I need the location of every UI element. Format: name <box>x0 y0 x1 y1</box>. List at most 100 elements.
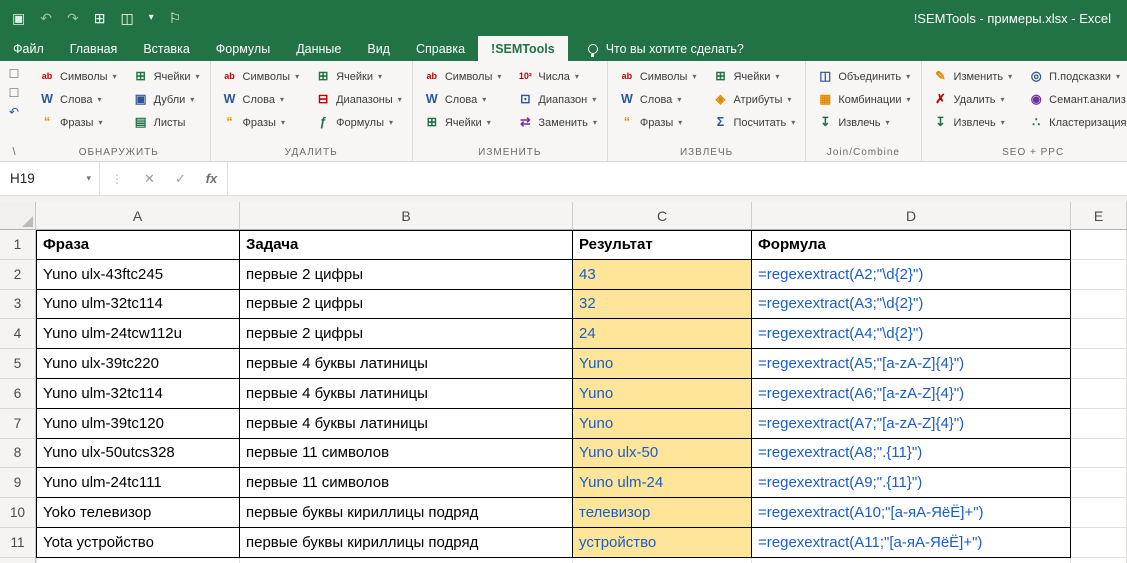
cell-c12[interactable] <box>573 558 752 563</box>
cell-b11[interactable]: первые буквы кириллицы подряд <box>240 528 573 558</box>
ribbon-button-seo-suggestions[interactable]: ◎П.подсказки▾ <box>1024 66 1127 87</box>
cell-e3[interactable] <box>1071 290 1127 320</box>
ribbon-button-delete-phrases[interactable]: “Фразы▾ <box>218 112 303 133</box>
ribbon-button-extract-symbols[interactable]: abСимволы▾ <box>615 66 700 87</box>
cell-d7[interactable]: =regexextract(A7;"[a-zA-Z]{4}") <box>752 409 1071 439</box>
column-header-b[interactable]: B <box>240 202 573 230</box>
ribbon-button-seo-change[interactable]: ✎Изменить▾ <box>929 66 1016 87</box>
cell-a3[interactable]: Yuno ulm-32tc114 <box>36 290 240 320</box>
cell-e1[interactable] <box>1071 230 1127 260</box>
cell-d8[interactable]: =regexextract(A8;".{11}") <box>752 439 1071 469</box>
cell-e7[interactable] <box>1071 409 1127 439</box>
ribbon-button-delete-words[interactable]: WСлова▾ <box>218 89 303 110</box>
column-header-e[interactable]: E <box>1071 202 1127 230</box>
cell-b9[interactable]: первые 11 символов <box>240 468 573 498</box>
cell-e5[interactable] <box>1071 349 1127 379</box>
cell-e10[interactable] <box>1071 498 1127 528</box>
row-header-10[interactable]: 10 <box>0 498 36 528</box>
cell-a8[interactable]: Yuno ulx-50utcs328 <box>36 439 240 469</box>
ribbon-button-extract-cells[interactable]: ⊞Ячейки▾ <box>708 66 798 87</box>
cell-d2[interactable]: =regexextract(A2;"\d{2}") <box>752 260 1071 290</box>
cell-c10[interactable]: телевизор <box>573 498 752 528</box>
cell-a4[interactable]: Yuno ulm-24tcw112u <box>36 319 240 349</box>
flag-icon[interactable]: ⚐ <box>169 11 182 25</box>
ribbon-button-change-symbols[interactable]: abСимволы▾ <box>420 66 505 87</box>
cell-a10[interactable]: Yoko телевизор <box>36 498 240 528</box>
cell-a5[interactable]: Yuno ulx-39tc220 <box>36 349 240 379</box>
row-header-12[interactable]: 12 <box>0 558 36 563</box>
tab-home[interactable]: Главная <box>57 36 131 61</box>
ribbon-button-join-merge[interactable]: ◫Объединить▾ <box>813 66 913 87</box>
checkbox-icon[interactable]: ☐ <box>9 68 20 80</box>
tab-view[interactable]: Вид <box>354 36 403 61</box>
cell-c11[interactable]: устройство <box>573 528 752 558</box>
row-header-11[interactable]: 11 <box>0 528 36 558</box>
cell-c9[interactable]: Yuno ulm-24 <box>573 468 752 498</box>
cell-d6[interactable]: =regexextract(A6;"[a-zA-Z]{4}") <box>752 379 1071 409</box>
formula-input[interactable] <box>227 162 1127 195</box>
ribbon-button-delete-ranges[interactable]: ⊟Диапазоны▾ <box>311 89 405 110</box>
menu-caret-icon[interactable]: ▾ <box>149 13 154 23</box>
cell-b4[interactable]: первые 2 цифры <box>240 319 573 349</box>
cell-e9[interactable] <box>1071 468 1127 498</box>
row-header-2[interactable]: 2 <box>0 260 36 290</box>
row-header-1[interactable]: 1 <box>0 230 36 260</box>
ribbon-button-delete-formulas[interactable]: ƒФормулы▾ <box>311 112 405 133</box>
name-box-caret-icon[interactable]: ▾ <box>86 173 91 184</box>
row-header-9[interactable]: 9 <box>0 468 36 498</box>
cell-e2[interactable] <box>1071 260 1127 290</box>
ribbon-button-extract-attributes[interactable]: ◈Атрибуты▾ <box>708 89 798 110</box>
tab-help[interactable]: Справка <box>403 36 478 61</box>
name-box[interactable]: H19 ▾ <box>0 162 100 195</box>
row-header-5[interactable]: 5 <box>0 349 36 379</box>
ribbon-button-change-numbers[interactable]: 10²Числа▾ <box>513 66 599 87</box>
cell-c3[interactable]: 32 <box>573 290 752 320</box>
ribbon-button-extract-phrases[interactable]: “Фразы▾ <box>615 112 700 133</box>
column-header-c[interactable]: C <box>573 202 752 230</box>
row-header-4[interactable]: 4 <box>0 319 36 349</box>
cell-d9[interactable]: =regexextract(A9;".{11}") <box>752 468 1071 498</box>
cell-d12[interactable] <box>752 558 1071 563</box>
cell-e6[interactable] <box>1071 379 1127 409</box>
enter-button[interactable]: ✓ <box>165 162 196 195</box>
select-all-corner[interactable] <box>0 202 36 230</box>
ribbon-button-join-extract[interactable]: ↧Извлечь▾ <box>813 112 913 133</box>
cell-a2[interactable]: Yuno ulx-43ftc245 <box>36 260 240 290</box>
ribbon-button-delete-cells[interactable]: ⊞Ячейки▾ <box>311 66 405 87</box>
cell-c8[interactable]: Yuno ulx-50 <box>573 439 752 469</box>
cell-d4[interactable]: =regexextract(A4;"\d{2}") <box>752 319 1071 349</box>
ribbon-button-change-words[interactable]: WСлова▾ <box>420 89 505 110</box>
tab-file[interactable]: Файл <box>0 36 57 61</box>
ribbon-button-seo-semantic[interactable]: ◉Семант.анализ▾ <box>1024 89 1127 110</box>
cell-c2[interactable]: 43 <box>573 260 752 290</box>
row-header-3[interactable]: 3 <box>0 290 36 320</box>
cell-d5[interactable]: =regexextract(A5;"[a-zA-Z]{4}") <box>752 349 1071 379</box>
cell-b8[interactable]: первые 11 символов <box>240 439 573 469</box>
cell-b5[interactable]: первые 4 буквы латиницы <box>240 349 573 379</box>
ribbon-button-change-replace[interactable]: ⇄Заменить▾ <box>513 112 599 133</box>
tab-semtools[interactable]: !SEMTools <box>478 36 568 61</box>
cell-d10[interactable]: =regexextract(A10;"[а-яА-ЯёЁ]+") <box>752 498 1071 528</box>
tell-me-box[interactable]: Что вы хотите сделать? <box>576 36 756 61</box>
cell-a12[interactable] <box>36 558 240 563</box>
cell-b12[interactable] <box>240 558 573 563</box>
ribbon-button-detect-symbols[interactable]: abСимволы▾ <box>35 66 120 87</box>
tab-insert[interactable]: Вставка <box>130 36 202 61</box>
ribbon-button-delete-symbols[interactable]: abСимволы▾ <box>218 66 303 87</box>
window-icon[interactable]: ◫ <box>120 11 133 25</box>
tab-data[interactable]: Данные <box>283 36 354 61</box>
cancel-button[interactable]: ✕ <box>134 162 165 195</box>
undo-icon[interactable]: ↶ <box>40 11 52 25</box>
cell-b6[interactable]: первые 4 буквы латиницы <box>240 379 573 409</box>
cell-c4[interactable]: 24 <box>573 319 752 349</box>
ribbon-button-seo-clustering[interactable]: ∴Кластеризация <box>1024 112 1127 133</box>
cell-a6[interactable]: Yuno ulm-32tc114 <box>36 379 240 409</box>
cell-a7[interactable]: Yuno ulm-39tc120 <box>36 409 240 439</box>
save-icon[interactable]: ▣ <box>12 11 25 25</box>
ribbon-button-detect-words[interactable]: WСлова▾ <box>35 89 120 110</box>
row-header-7[interactable]: 7 <box>0 409 36 439</box>
ribbon-button-detect-cells[interactable]: ⊞Ячейки▾ <box>129 66 203 87</box>
cell-b10[interactable]: первые буквы кириллицы подряд <box>240 498 573 528</box>
cell-b1[interactable]: Задача <box>240 230 573 260</box>
tab-formulas[interactable]: Формулы <box>203 36 283 61</box>
